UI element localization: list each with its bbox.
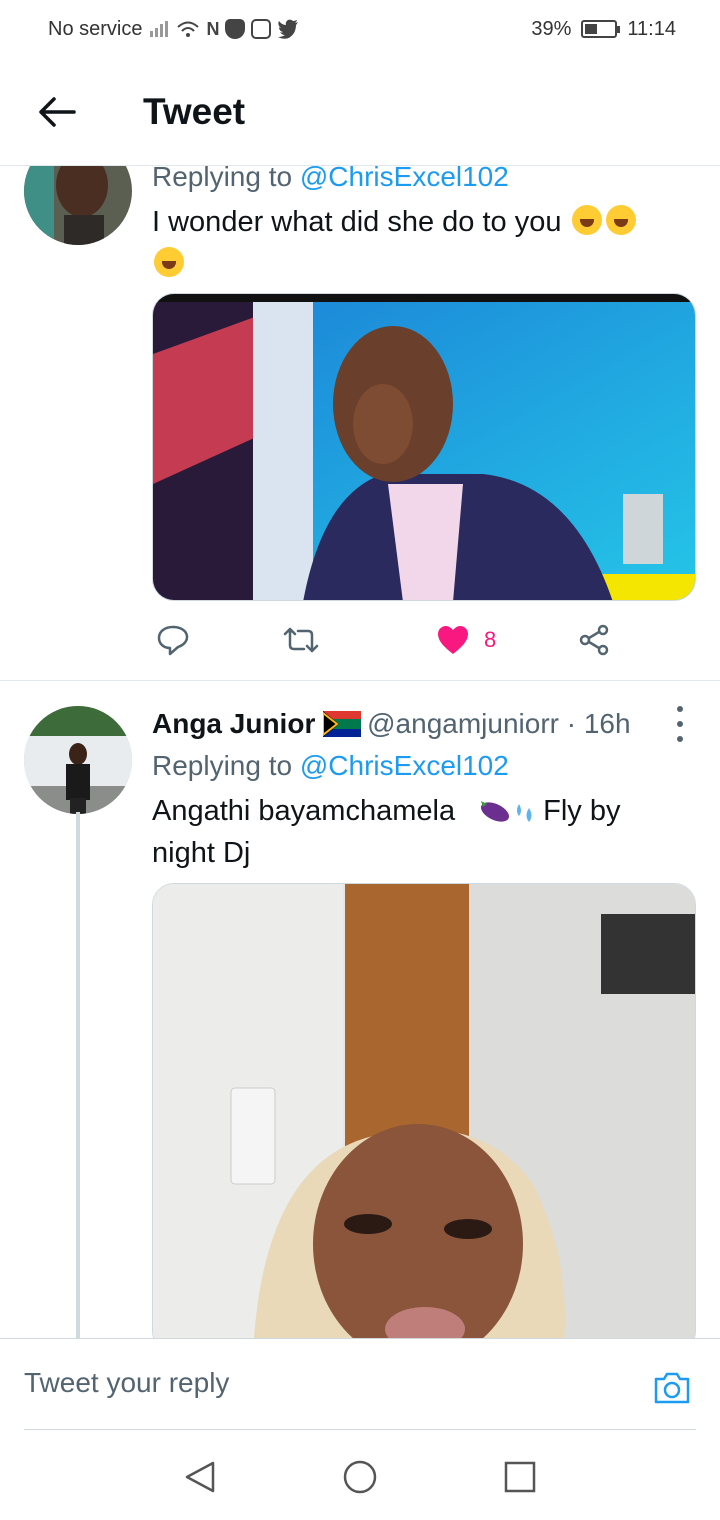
battery-percent: 39% (531, 17, 572, 40)
battery-icon (581, 20, 621, 38)
nav-back-icon (185, 1461, 215, 1493)
page-title: Tweet (143, 90, 246, 132)
avatar-image (24, 706, 132, 814)
south-africa-flag-icon (323, 711, 362, 737)
instagram-icon (251, 19, 272, 39)
nfc-icon: N (206, 18, 220, 39)
reply-icon (157, 625, 189, 656)
nav-home-button[interactable] (343, 1460, 377, 1494)
tweet-media-image[interactable] (152, 293, 696, 601)
system-navbar (0, 1430, 720, 1520)
tweet-author-line: Anga Junior @angamjuniorr · 16h (152, 706, 700, 742)
tweet-text-content: I wonder what did she do to you (152, 206, 562, 238)
media-photo (153, 884, 695, 1338)
thread-connector (76, 812, 80, 1338)
tweet-text-part1: Angathi bayamchamela (152, 795, 456, 827)
replying-prefix: Replying to (152, 165, 300, 192)
clock: 11:14 (627, 17, 676, 40)
signal-icon (150, 21, 169, 37)
heart-icon (438, 626, 468, 654)
reply-button[interactable] (156, 623, 190, 657)
wifi-icon (177, 21, 200, 37)
share-button[interactable] (578, 624, 610, 656)
author-name[interactable]: Anga Junior (152, 708, 315, 739)
nav-recents-icon (504, 1461, 536, 1493)
share-icon (579, 624, 609, 656)
tweet-text: I wonder what did she do to you (152, 201, 700, 285)
avatar[interactable] (24, 165, 132, 245)
eggplant-emoji-icon (481, 801, 510, 822)
back-arrow-icon (39, 96, 76, 127)
sweat-drops-emoji-icon (517, 804, 532, 822)
laughing-emoji-icon (154, 247, 184, 277)
laughing-emoji-icon (605, 205, 636, 235)
nav-back-button[interactable] (183, 1460, 217, 1494)
carrier-text: No service (48, 17, 143, 40)
tweet-actions: 8 (152, 620, 622, 660)
header: Tweet (0, 58, 720, 166)
tweet-text-part2: Fly by (543, 795, 621, 827)
like-button[interactable]: 8 (436, 624, 496, 656)
back-button[interactable] (27, 82, 87, 142)
camera-button[interactable] (652, 1367, 692, 1407)
tweet-reply-2[interactable]: Anga Junior @angamjuniorr · 16h Replying… (0, 682, 720, 1338)
shield-app-icon (225, 19, 246, 39)
retweet-icon (283, 627, 319, 653)
media-photo (153, 294, 695, 600)
tweet-content: Anga Junior @angamjuniorr · 16h Replying… (152, 706, 700, 874)
status-right: 39% 11:14 (531, 18, 676, 41)
reply-input[interactable]: Tweet your reply (24, 1367, 229, 1399)
nav-home-icon (343, 1460, 377, 1494)
laughing-emoji-icon (571, 205, 602, 235)
tweet-media-image[interactable] (152, 883, 696, 1338)
status-bar: No service N 39% 11:14 (0, 0, 720, 58)
tweet-content: Replying to @ChrisExcel102 I wonder what… (152, 165, 700, 285)
replying-to: Replying to @ChrisExcel102 (152, 165, 700, 195)
replying-handle-link[interactable]: @ChrisExcel102 (300, 165, 509, 192)
like-count: 8 (484, 627, 497, 652)
tweet-time[interactable]: 16h (584, 708, 631, 739)
avatar-image (24, 165, 132, 245)
tweet-reply-1[interactable]: Replying to @ChrisExcel102 I wonder what… (0, 165, 720, 681)
camera-icon (654, 1372, 690, 1404)
nav-recents-button[interactable] (503, 1460, 537, 1494)
replying-handle-link[interactable]: @ChrisExcel102 (300, 750, 509, 781)
author-handle[interactable]: @angamjuniorr (367, 708, 559, 739)
twitter-bird-icon (278, 19, 299, 39)
tweet-text-part3: night Dj (152, 837, 251, 869)
separator: · (558, 708, 584, 739)
tweet-text: Angathi bayamchamela Fly by night Dj (152, 790, 700, 874)
retweet-button[interactable] (282, 625, 320, 655)
avatar[interactable] (24, 706, 132, 814)
replying-prefix: Replying to (152, 750, 300, 781)
reply-composer: Tweet your reply (0, 1338, 720, 1431)
replying-to: Replying to @ChrisExcel102 (152, 748, 700, 784)
status-left: No service N (48, 18, 299, 41)
